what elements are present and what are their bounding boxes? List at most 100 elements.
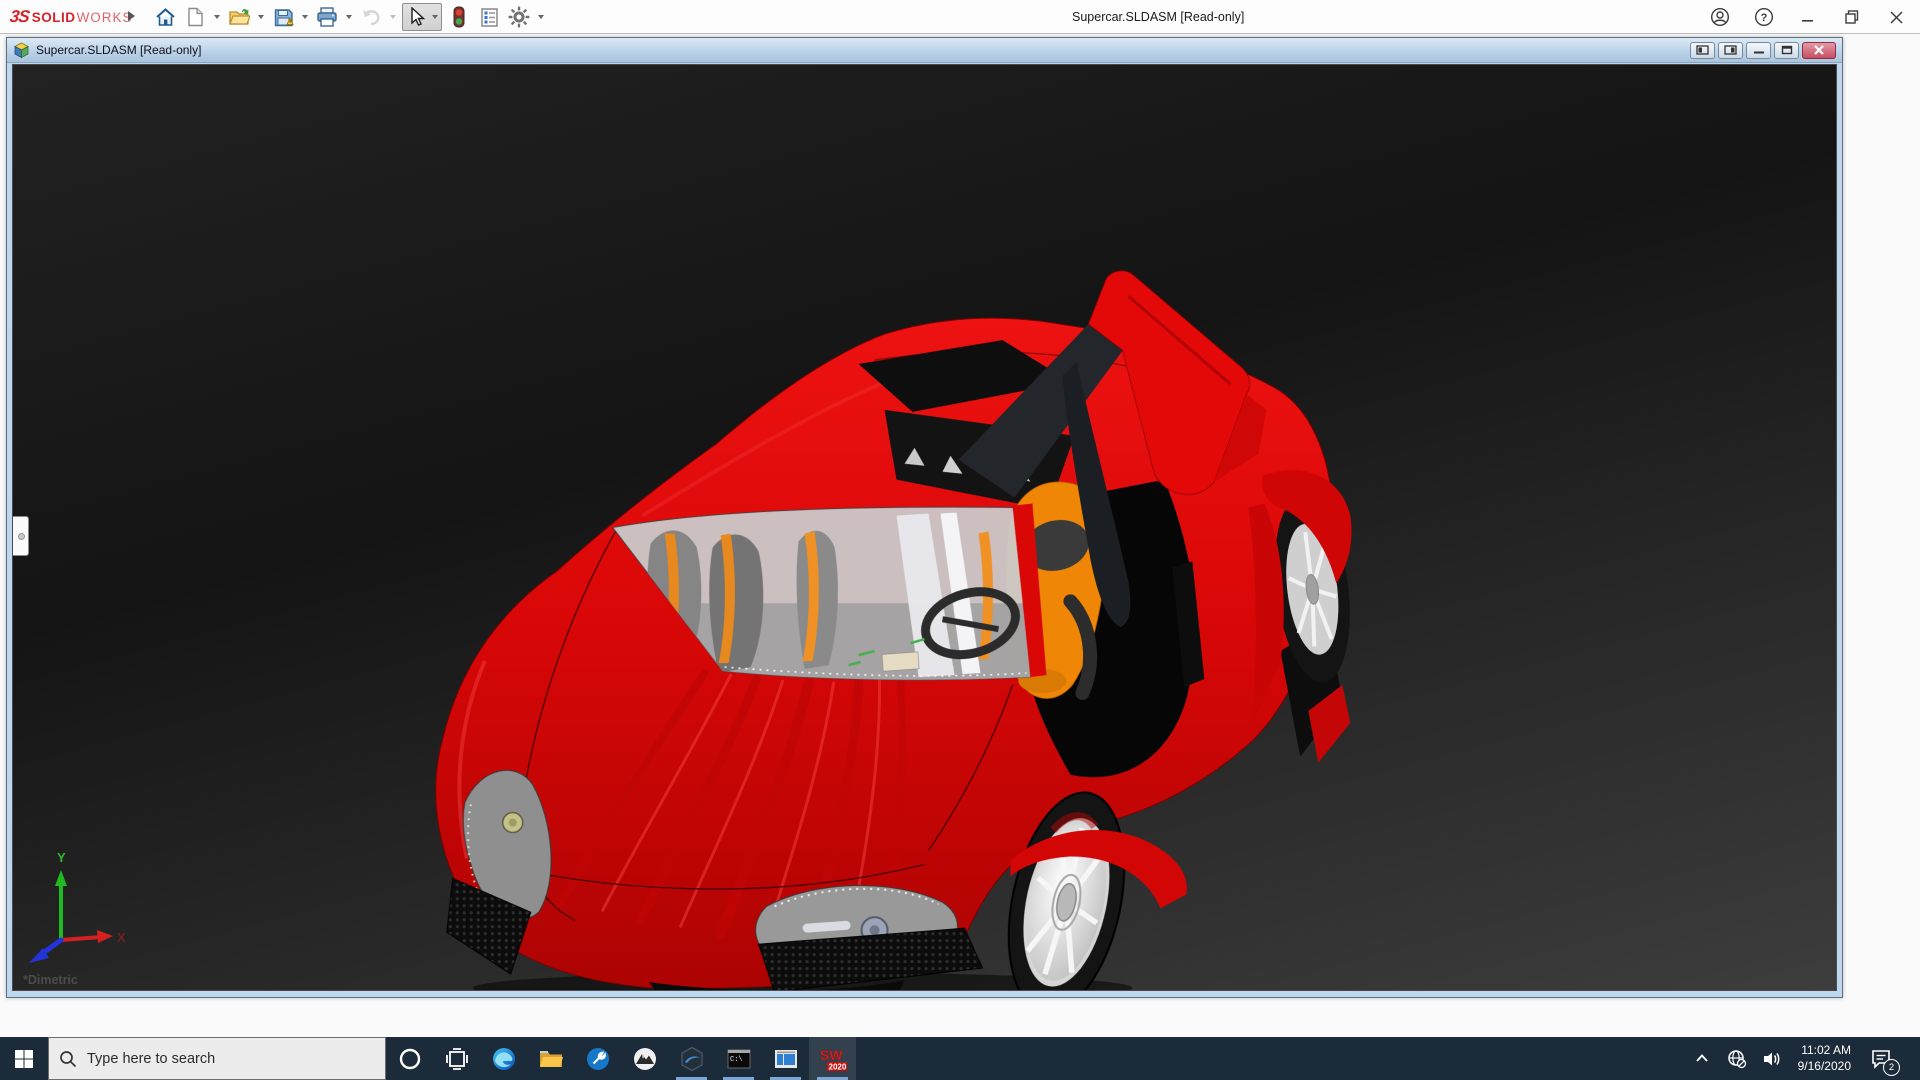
taskbar-edge[interactable] [480, 1037, 527, 1080]
assembly-document-icon [13, 42, 30, 59]
featuremanager-collapsed-tab[interactable] [12, 516, 29, 556]
logo-3s-mark: 3S [9, 7, 31, 27]
3d-model-canvas[interactable] [13, 65, 1836, 990]
photos-icon [632, 1046, 658, 1072]
doc-close-button[interactable] [1802, 42, 1836, 59]
select-tool-group [402, 3, 442, 31]
tray-volume-button[interactable] [1761, 1048, 1783, 1070]
windows-start-icon [14, 1049, 34, 1069]
print-button[interactable] [314, 4, 340, 30]
search-input[interactable] [87, 1051, 347, 1067]
svg-text:?: ? [1761, 12, 1768, 24]
taskbar-photos[interactable] [621, 1037, 668, 1080]
splitter-handle[interactable] [18, 533, 25, 540]
file-explorer-icon [538, 1046, 564, 1072]
home-button[interactable] [152, 4, 178, 30]
taskbar-3d-viewer[interactable] [668, 1037, 715, 1080]
system-tray: 11:02 AM 9/16/2020 2 [1691, 1037, 1920, 1080]
file-properties-button[interactable] [476, 4, 502, 30]
options-button[interactable] [506, 4, 532, 30]
undo-button[interactable] [358, 4, 384, 30]
orientation-triad: Y X [21, 844, 131, 964]
action-center-button[interactable]: 2 [1866, 1044, 1896, 1074]
file-properties-icon [479, 7, 500, 28]
home-icon [155, 7, 176, 28]
print-dropdown[interactable] [344, 4, 354, 30]
doc-restore-button[interactable] [1774, 42, 1799, 59]
rebuild-traffic-light-icon [451, 6, 467, 28]
quick-access-toolbar [152, 0, 546, 34]
doc-close-icon [1813, 45, 1825, 55]
tray-network-button[interactable] [1726, 1048, 1748, 1070]
close-button[interactable] [1886, 7, 1906, 27]
task-view-icon [445, 1047, 469, 1071]
close-icon [1889, 10, 1904, 25]
tray-chevron-button[interactable] [1691, 1048, 1713, 1070]
rebuild-button[interactable] [446, 4, 472, 30]
save-icon [273, 7, 294, 28]
select-arrow-icon [407, 7, 427, 27]
document-window: Supercar.SLDASM [Read-only] [6, 37, 1843, 998]
account-button[interactable] [1710, 7, 1730, 27]
wrench-tool-icon [585, 1046, 611, 1072]
taskbar-search[interactable] [48, 1037, 386, 1080]
pane-right-button[interactable] [1718, 42, 1743, 59]
taskbar-remote-window[interactable] [762, 1037, 809, 1080]
pane-left-button[interactable] [1690, 42, 1715, 59]
open-dropdown[interactable] [256, 4, 266, 30]
restore-icon [1844, 9, 1860, 25]
view-orientation-label: *Dimetric [23, 973, 78, 987]
window-title: Supercar.SLDASM [Read-only] [1072, 0, 1244, 34]
restore-button[interactable] [1842, 7, 1862, 27]
terminal-label: C:\ [730, 1056, 743, 1064]
speaker-icon [1762, 1049, 1782, 1069]
triad-y-label: Y [57, 850, 66, 865]
tray-clock[interactable]: 11:02 AM 9/16/2020 [1796, 1043, 1853, 1074]
save-dropdown[interactable] [300, 4, 310, 30]
search-icon [59, 1050, 77, 1068]
undo-dropdown[interactable] [388, 4, 398, 30]
save-button[interactable] [270, 4, 296, 30]
undo-icon [360, 6, 382, 28]
taskbar-command-prompt[interactable]: C:\ [715, 1037, 762, 1080]
taskbar-support-tool[interactable] [574, 1037, 621, 1080]
open-folder-icon [228, 6, 250, 28]
minimize-icon [1801, 10, 1815, 24]
sw-icon-label: SW [820, 1047, 843, 1063]
help-button[interactable]: ? [1754, 7, 1774, 27]
select-tool-dropdown[interactable] [430, 4, 440, 30]
tray-time: 11:02 AM [1798, 1043, 1851, 1059]
task-view-button[interactable] [433, 1037, 480, 1080]
chevron-up-icon [1694, 1051, 1710, 1067]
window-controls: ? [1710, 0, 1906, 34]
edge-icon [491, 1046, 517, 1072]
options-dropdown[interactable] [536, 4, 546, 30]
new-document-icon [185, 7, 205, 27]
minimize-button[interactable] [1798, 7, 1818, 27]
account-icon [1710, 7, 1730, 27]
doc-minimize-button[interactable] [1746, 42, 1771, 59]
taskbar-file-explorer[interactable] [527, 1037, 574, 1080]
pane-right-icon [1724, 45, 1737, 55]
remote-window-icon [773, 1046, 799, 1072]
pane-left-icon [1696, 45, 1709, 55]
new-document-dropdown[interactable] [212, 4, 222, 30]
mdi-background: Supercar.SLDASM [Read-only] [0, 35, 1920, 1037]
open-button[interactable] [226, 4, 252, 30]
cortana-button[interactable] [386, 1037, 433, 1080]
document-titlebar[interactable]: Supercar.SLDASM [Read-only] [7, 38, 1842, 63]
tray-date: 9/16/2020 [1798, 1059, 1851, 1075]
start-button[interactable] [0, 1037, 48, 1080]
terminal-icon: C:\ [726, 1046, 752, 1072]
help-icon: ? [1754, 7, 1774, 27]
taskbar: C:\ SW2020 11:02 AM 9/16/2020 2 [0, 1037, 1920, 1080]
solidworks-logo: 3S SOLID WORKS [10, 0, 133, 34]
solidworks-2020-icon: SW2020 [818, 1045, 848, 1073]
3d-viewport[interactable]: Y X *Dimetric [12, 64, 1837, 991]
taskbar-solidworks[interactable]: SW2020 [809, 1037, 856, 1080]
select-tool-button[interactable] [404, 4, 430, 30]
app-titlebar: 3S SOLID WORKS [0, 0, 1920, 34]
menu-expand-arrow[interactable] [128, 11, 135, 21]
new-document-button[interactable] [182, 4, 208, 30]
document-title: Supercar.SLDASM [Read-only] [36, 43, 201, 57]
